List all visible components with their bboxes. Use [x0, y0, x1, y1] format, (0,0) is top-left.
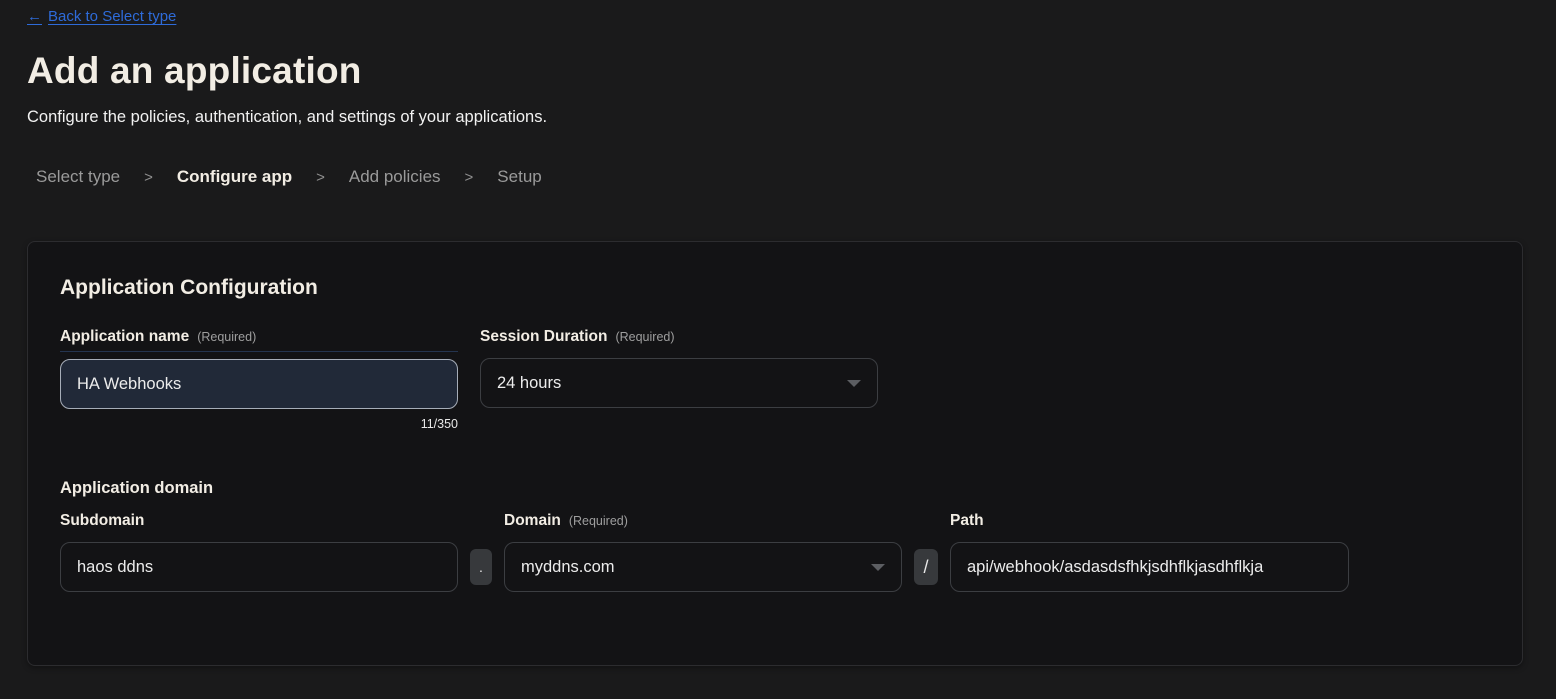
step-separator-icon: > [316, 169, 325, 186]
page-subtitle: Configure the policies, authentication, … [27, 108, 1529, 127]
page-title: Add an application [27, 50, 1529, 92]
domain-row: Subdomain . Domain (Required) myddns.com… [60, 512, 1490, 592]
session-duration-value: 24 hours [497, 374, 561, 393]
path-label: Path [950, 512, 984, 530]
application-name-required-hint: (Required) [197, 330, 256, 344]
domain-required-hint: (Required) [569, 514, 628, 528]
domain-field-group: Domain (Required) myddns.com [504, 512, 902, 592]
back-link-label: Back to Select type [48, 8, 176, 25]
application-name-label: Application name [60, 328, 189, 346]
session-duration-select[interactable]: 24 hours [480, 358, 878, 408]
step-configure-app[interactable]: Configure app [177, 167, 292, 187]
domain-label-row: Domain (Required) [504, 512, 902, 535]
session-duration-label-row: Session Duration (Required) [480, 328, 878, 351]
step-separator-icon: > [144, 169, 153, 186]
domain-select[interactable]: myddns.com [504, 542, 902, 592]
path-input[interactable] [950, 542, 1349, 592]
application-name-label-row: Application name (Required) [60, 328, 458, 352]
application-configuration-card: Application Configuration Application na… [27, 241, 1523, 666]
step-separator-icon: > [465, 169, 474, 186]
chevron-down-icon [847, 380, 861, 387]
step-add-policies[interactable]: Add policies [349, 167, 441, 187]
session-duration-required-hint: (Required) [615, 330, 674, 344]
back-to-select-type-link[interactable]: ← Back to Select type [27, 8, 176, 25]
back-arrow-icon: ← [27, 8, 42, 25]
application-name-input[interactable] [60, 359, 458, 409]
application-domain-section-title: Application domain [60, 479, 1490, 498]
breadcrumb-steps: Select type > Configure app > Add polici… [36, 167, 1529, 187]
application-name-char-counter: 11/350 [60, 417, 458, 431]
path-label-row: Path [950, 512, 1349, 535]
slash-separator: / [914, 549, 938, 585]
step-select-type[interactable]: Select type [36, 167, 120, 187]
domain-value: myddns.com [521, 558, 615, 577]
session-duration-field-group: Session Duration (Required) 24 hours [480, 328, 878, 431]
subdomain-label-row: Subdomain [60, 512, 458, 535]
domain-label: Domain [504, 512, 561, 530]
subdomain-input[interactable] [60, 542, 458, 592]
chevron-down-icon [871, 564, 885, 571]
dot-separator: . [470, 549, 492, 585]
session-duration-label: Session Duration [480, 328, 607, 346]
subdomain-field-group: Subdomain [60, 512, 458, 592]
name-duration-row: Application name (Required) 11/350 Sessi… [60, 328, 1490, 431]
subdomain-label: Subdomain [60, 512, 144, 530]
card-title: Application Configuration [60, 276, 1490, 300]
path-field-group: Path [950, 512, 1349, 592]
page: ← Back to Select type Add an application… [0, 0, 1556, 666]
application-name-field-group: Application name (Required) 11/350 [60, 328, 458, 431]
step-setup[interactable]: Setup [497, 167, 541, 187]
